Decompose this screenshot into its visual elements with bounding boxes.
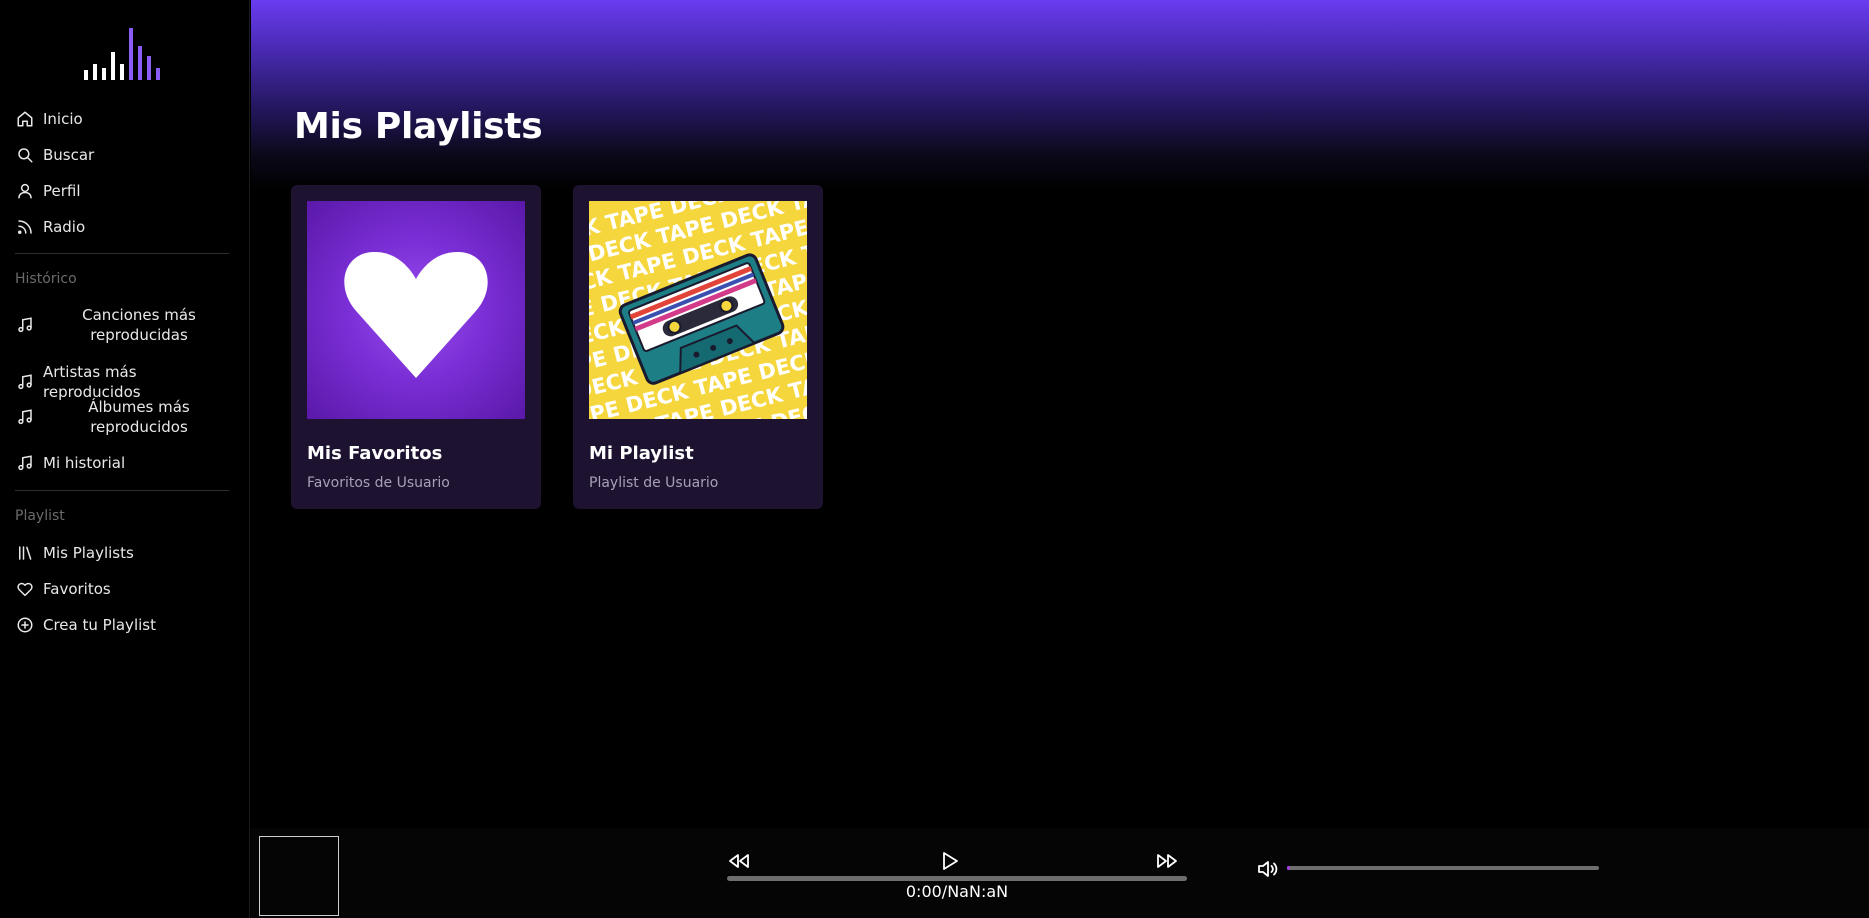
home-icon: [15, 110, 34, 129]
card-title: Mi Playlist: [589, 443, 694, 464]
mi-playlist-cover-image: DECK TAPE DECK TAPE DECK TAPE DECK TAPE …: [589, 201, 807, 419]
rewind-icon: [729, 854, 749, 868]
rss-icon: [15, 218, 34, 237]
search-icon: [15, 146, 34, 165]
nav-albumes-label: Álbumes más reproducidos: [88, 398, 190, 436]
section-title-playlist: Playlist: [15, 508, 65, 524]
card-description: Favoritos de Usuario: [307, 475, 450, 491]
music-note-icon: [15, 373, 34, 392]
card-description: Playlist de Usuario: [589, 475, 719, 491]
plus-circle-icon: [15, 616, 34, 635]
main-content: Mis Playlists Mis Favoritos Favoritos de…: [251, 0, 1869, 828]
track-time: 0:00/NaN:aN: [905, 882, 1009, 901]
volume-slider[interactable]: [1287, 866, 1599, 870]
play-icon: [943, 852, 958, 870]
playlist-card-mi-playlist[interactable]: DECK TAPE DECK TAPE DECK TAPE DECK TAPE …: [573, 185, 823, 509]
fast-forward-icon: [1157, 854, 1177, 868]
nav-radio[interactable]: Radio: [15, 217, 235, 237]
volume-icon[interactable]: [1255, 857, 1279, 881]
music-note-icon: [15, 408, 34, 427]
library-icon: [15, 544, 34, 563]
nav-mis-playlists[interactable]: Mis Playlists: [15, 543, 235, 563]
volume-slider-fill: [1287, 866, 1291, 870]
nav-perfil[interactable]: Perfil: [15, 181, 235, 201]
favoritos-cover-image: [307, 201, 525, 419]
nav-buscar[interactable]: Buscar: [15, 145, 235, 165]
nav-inicio-label: Inicio: [43, 110, 83, 128]
nav-crea-playlist[interactable]: Crea tu Playlist: [15, 615, 235, 635]
nav-favoritos[interactable]: Favoritos: [15, 579, 235, 599]
nav-artistas-label: Artistas más reproducidos: [43, 363, 141, 401]
rewind-button[interactable]: [726, 848, 752, 874]
music-note-icon: [15, 454, 34, 473]
nav-albumes[interactable]: Álbumes más reproducidos: [15, 397, 235, 437]
nav-historial-label: Mi historial: [43, 454, 126, 472]
nav-crea-playlist-label: Crea tu Playlist: [43, 616, 156, 634]
sidebar: Inicio Buscar Perfil Radio Histórico Can…: [0, 0, 250, 918]
sidebar-divider: [15, 490, 229, 491]
now-playing-thumbnail: [259, 836, 339, 916]
user-icon: [15, 182, 34, 201]
card-title: Mis Favoritos: [307, 443, 443, 464]
nav-favoritos-label: Favoritos: [43, 580, 111, 598]
nav-artistas[interactable]: Artistas más reproducidos: [15, 362, 235, 402]
nav-perfil-label: Perfil: [43, 182, 81, 200]
header-gradient: [251, 0, 1869, 190]
nav-canciones-label: Canciones más reproducidas: [82, 306, 196, 344]
nav-canciones[interactable]: Canciones más reproducidas: [15, 305, 235, 345]
nav-radio-label: Radio: [43, 218, 86, 236]
music-note-icon: [15, 316, 34, 335]
track-progress-bar[interactable]: [727, 876, 1187, 881]
fast-forward-button[interactable]: [1154, 848, 1180, 874]
section-title-historico: Histórico: [15, 271, 77, 287]
player-bar: 0:00/NaN:aN: [251, 828, 1869, 918]
play-button[interactable]: [936, 848, 962, 874]
playlist-card-favoritos[interactable]: Mis Favoritos Favoritos de Usuario: [291, 185, 541, 509]
page-title: Mis Playlists: [294, 106, 543, 147]
nav-mis-playlists-label: Mis Playlists: [43, 544, 134, 562]
nav-historial[interactable]: Mi historial: [15, 453, 235, 473]
equalizer-logo-icon[interactable]: [84, 28, 160, 80]
nav-buscar-label: Buscar: [43, 146, 95, 164]
sidebar-divider: [15, 253, 229, 254]
heart-icon: [15, 580, 34, 599]
nav-inicio[interactable]: Inicio: [15, 109, 235, 129]
